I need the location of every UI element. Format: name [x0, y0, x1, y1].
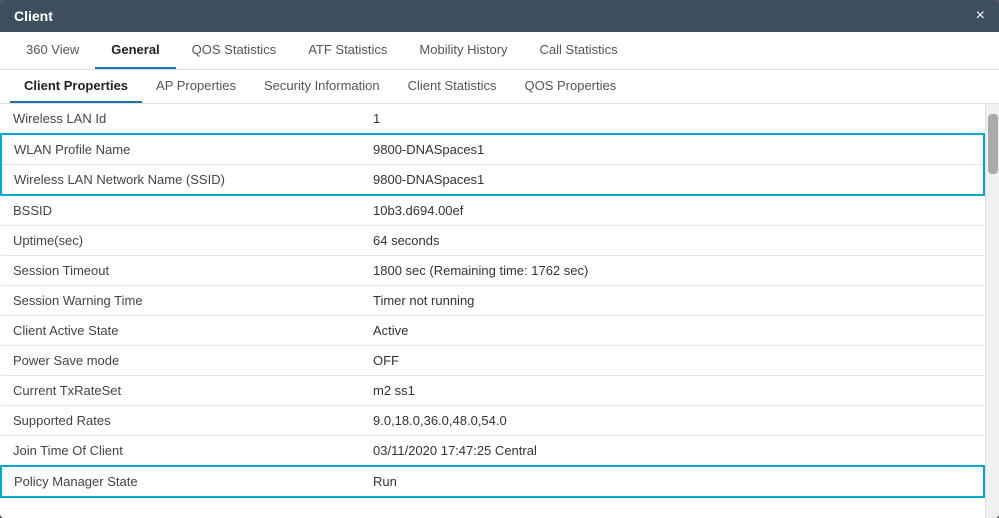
property-key: Session Warning Time — [1, 286, 361, 316]
tab-atf-statistics[interactable]: ATF Statistics — [292, 32, 403, 69]
properties-table: Wireless LAN Id1WLAN Profile Name9800-DN… — [0, 104, 985, 498]
subtab-client-statistics[interactable]: Client Statistics — [394, 70, 511, 103]
property-value: Active — [361, 316, 984, 346]
table-row: Wireless LAN Id1 — [1, 104, 984, 134]
top-tabs: 360 View General QOS Statistics ATF Stat… — [0, 32, 999, 70]
property-value: 10b3.d694.00ef — [361, 195, 984, 226]
property-key: Join Time Of Client — [1, 436, 361, 467]
subtab-ap-properties[interactable]: AP Properties — [142, 70, 250, 103]
subtab-client-properties[interactable]: Client Properties — [10, 70, 142, 103]
property-key: Wireless LAN Network Name (SSID) — [1, 165, 361, 196]
table-row: Policy Manager StateRun — [1, 466, 984, 497]
property-value: 1800 sec (Remaining time: 1762 sec) — [361, 256, 984, 286]
tab-qos-statistics[interactable]: QOS Statistics — [176, 32, 293, 69]
modal-title: Client — [14, 8, 53, 24]
content-area: Wireless LAN Id1WLAN Profile Name9800-DN… — [0, 104, 999, 518]
table-row: Session Warning TimeTimer not running — [1, 286, 984, 316]
tab-call-statistics[interactable]: Call Statistics — [524, 32, 634, 69]
modal-header: Client × — [0, 0, 999, 32]
table-row: Uptime(sec)64 seconds — [1, 226, 984, 256]
table-row: Current TxRateSetm2 ss1 — [1, 376, 984, 406]
property-key: Power Save mode — [1, 346, 361, 376]
table-row: Wireless LAN Network Name (SSID)9800-DNA… — [1, 165, 984, 196]
table-row: WLAN Profile Name9800-DNASpaces1 — [1, 134, 984, 165]
property-value: m2 ss1 — [361, 376, 984, 406]
property-key: Session Timeout — [1, 256, 361, 286]
property-key: Current TxRateSet — [1, 376, 361, 406]
table-row: Client Active StateActive — [1, 316, 984, 346]
property-key: Client Active State — [1, 316, 361, 346]
property-key: WLAN Profile Name — [1, 134, 361, 165]
table-row: BSSID10b3.d694.00ef — [1, 195, 984, 226]
property-value: 1 — [361, 104, 984, 134]
property-value: 03/11/2020 17:47:25 Central — [361, 436, 984, 467]
property-key: Supported Rates — [1, 406, 361, 436]
property-value: Run — [361, 466, 984, 497]
client-modal: Client × 360 View General QOS Statistics… — [0, 0, 999, 518]
table-row: Join Time Of Client03/11/2020 17:47:25 C… — [1, 436, 984, 467]
property-value: Timer not running — [361, 286, 984, 316]
property-value: 9.0,18.0,36.0,48.0,54.0 — [361, 406, 984, 436]
close-button[interactable]: × — [976, 8, 985, 24]
subtab-security-information[interactable]: Security Information — [250, 70, 394, 103]
property-key: BSSID — [1, 195, 361, 226]
tab-360view[interactable]: 360 View — [10, 32, 95, 69]
property-value: OFF — [361, 346, 984, 376]
subtab-qos-properties[interactable]: QOS Properties — [510, 70, 630, 103]
property-value: 64 seconds — [361, 226, 984, 256]
scrollbar[interactable] — [985, 104, 999, 518]
property-value: 9800-DNASpaces1 — [361, 134, 984, 165]
sub-tabs: Client Properties AP Properties Security… — [0, 70, 999, 104]
tab-general[interactable]: General — [95, 32, 175, 69]
property-key: Uptime(sec) — [1, 226, 361, 256]
table-row: Power Save modeOFF — [1, 346, 984, 376]
property-key: Wireless LAN Id — [1, 104, 361, 134]
table-row: Session Timeout1800 sec (Remaining time:… — [1, 256, 984, 286]
scrollbar-thumb — [988, 114, 998, 174]
property-value: 9800-DNASpaces1 — [361, 165, 984, 196]
property-key: Policy Manager State — [1, 466, 361, 497]
properties-table-container[interactable]: Wireless LAN Id1WLAN Profile Name9800-DN… — [0, 104, 985, 518]
tab-mobility-history[interactable]: Mobility History — [403, 32, 523, 69]
table-row: Supported Rates9.0,18.0,36.0,48.0,54.0 — [1, 406, 984, 436]
